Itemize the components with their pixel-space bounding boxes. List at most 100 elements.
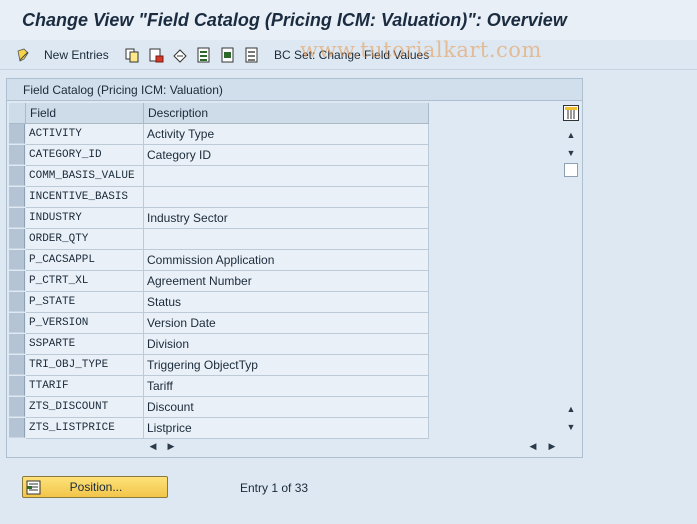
bc-set-change-field-values-button[interactable]: BC Set: Change Field Values — [274, 46, 429, 64]
row-selector[interactable] — [9, 187, 25, 207]
title-bar: Change View "Field Catalog (Pricing ICM:… — [0, 0, 697, 40]
description-cell[interactable]: Status — [144, 292, 429, 313]
select-block-button[interactable] — [220, 46, 236, 64]
select-all-icon — [196, 47, 212, 63]
select-all-button[interactable] — [196, 46, 212, 64]
field-cell[interactable]: COMM_BASIS_VALUE — [26, 166, 144, 187]
panel-title: Field Catalog (Pricing ICM: Valuation) — [7, 79, 582, 101]
row-selector[interactable] — [9, 271, 25, 291]
table-row[interactable]: TRI_OBJ_TYPE Triggering ObjectTyp — [9, 355, 431, 376]
description-cell[interactable]: Commission Application — [144, 250, 429, 271]
field-cell[interactable]: P_STATE — [26, 292, 144, 313]
footer-area: Position... Entry 1 of 33 — [0, 466, 697, 524]
description-cell[interactable]: Division — [144, 334, 429, 355]
copy-icon — [124, 47, 140, 63]
table-row[interactable]: P_VERSION Version Date — [9, 313, 431, 334]
deselect-all-button[interactable] — [244, 46, 260, 64]
row-selector[interactable] — [9, 334, 25, 354]
field-cell[interactable]: P_CACSAPPL — [26, 250, 144, 271]
row-selector[interactable] — [9, 145, 25, 165]
scroll-right-icon[interactable]: ▶ — [546, 440, 558, 452]
description-cell[interactable]: Activity Type — [144, 124, 429, 145]
field-cell[interactable]: CATEGORY_ID — [26, 145, 144, 166]
row-selector[interactable] — [9, 313, 25, 333]
description-cell[interactable]: Category ID — [144, 145, 429, 166]
undo-button[interactable] — [172, 46, 188, 64]
entry-counter: Entry 1 of 33 — [240, 481, 309, 495]
description-cell[interactable]: Discount — [144, 397, 429, 418]
description-cell[interactable] — [144, 166, 429, 187]
delete-button[interactable] — [148, 46, 164, 64]
deselect-all-icon — [244, 47, 260, 63]
table-row[interactable]: ZTS_DISCOUNT Discount — [9, 397, 431, 418]
new-entries-label: New Entries — [44, 48, 109, 62]
scroll-right-icon[interactable]: ▶ — [165, 440, 177, 452]
row-selector[interactable] — [9, 397, 25, 417]
description-cell[interactable]: Listprice — [144, 418, 429, 439]
field-cell[interactable]: TRI_OBJ_TYPE — [26, 355, 144, 376]
table-row[interactable]: INDUSTRY Industry Sector — [9, 208, 431, 229]
row-selector[interactable] — [9, 124, 25, 144]
description-cell[interactable]: Version Date — [144, 313, 429, 334]
table-control-panel: Field Catalog (Pricing ICM: Valuation) F… — [6, 78, 583, 458]
table-row[interactable]: ZTS_LISTPRICE Listprice — [9, 418, 431, 439]
field-cell[interactable]: ZTS_LISTPRICE — [26, 418, 144, 439]
description-cell[interactable]: Tariff — [144, 376, 429, 397]
field-cell[interactable]: INDUSTRY — [26, 208, 144, 229]
row-selector[interactable] — [9, 250, 25, 270]
field-cell[interactable]: ACTIVITY — [26, 124, 144, 145]
row-selector[interactable] — [9, 418, 25, 438]
scroll-page-up-icon[interactable]: ▲ — [565, 403, 577, 415]
description-cell[interactable]: Industry Sector — [144, 208, 429, 229]
application-toolbar: New Entries BC Set: Change Field Values — [0, 40, 697, 70]
description-cell[interactable] — [144, 229, 429, 250]
table-row[interactable]: COMM_BASIS_VALUE — [9, 166, 431, 187]
column-header-field[interactable]: Field — [26, 103, 144, 124]
field-cell[interactable]: INCENTIVE_BASIS — [26, 187, 144, 208]
column-config-icon[interactable] — [563, 105, 579, 121]
column-header-description[interactable]: Description — [144, 103, 429, 124]
position-button-label: Position... — [69, 480, 123, 494]
copy-button[interactable] — [124, 46, 140, 64]
table-row[interactable]: P_CTRT_XL Agreement Number — [9, 271, 431, 292]
select-block-icon — [220, 47, 236, 63]
field-cell[interactable]: TTARIF — [26, 376, 144, 397]
field-cell[interactable]: SSPARTE — [26, 334, 144, 355]
table-row[interactable]: TTARIF Tariff — [9, 376, 431, 397]
table-row[interactable]: ORDER_QTY — [9, 229, 431, 250]
row-selector[interactable] — [9, 229, 25, 249]
table-row[interactable]: CATEGORY_ID Category ID — [9, 145, 431, 166]
table-row[interactable]: INCENTIVE_BASIS — [9, 187, 431, 208]
select-all-header[interactable] — [9, 103, 26, 124]
row-selector[interactable] — [9, 166, 25, 186]
description-cell[interactable]: Agreement Number — [144, 271, 429, 292]
scroll-up-icon[interactable]: ▲ — [565, 129, 577, 141]
table-row[interactable]: P_CACSAPPL Commission Application — [9, 250, 431, 271]
table-row[interactable]: ACTIVITY Activity Type — [9, 124, 431, 145]
table-row[interactable]: P_STATE Status — [9, 292, 431, 313]
position-button[interactable]: Position... — [22, 476, 168, 498]
scroll-left-icon[interactable]: ◀ — [527, 440, 539, 452]
delete-icon — [148, 47, 164, 63]
table-row[interactable]: SSPARTE Division — [9, 334, 431, 355]
row-selector[interactable] — [9, 355, 25, 375]
new-entries-icon — [16, 47, 32, 63]
scroll-page-down-icon[interactable]: ▼ — [565, 147, 577, 159]
scroll-left-icon[interactable]: ◀ — [147, 440, 159, 452]
scroll-thumb[interactable] — [564, 163, 578, 177]
new-entries-button[interactable]: New Entries — [16, 46, 109, 64]
undo-icon — [172, 47, 188, 63]
bc-set-label: BC Set: Change Field Values — [274, 48, 430, 62]
field-cell[interactable]: ORDER_QTY — [26, 229, 144, 250]
field-cell[interactable]: ZTS_DISCOUNT — [26, 397, 144, 418]
row-selector[interactable] — [9, 292, 25, 312]
field-cell[interactable]: P_VERSION — [26, 313, 144, 334]
row-selector[interactable] — [9, 376, 25, 396]
description-cell[interactable]: Triggering ObjectTyp — [144, 355, 429, 376]
description-cell[interactable] — [144, 187, 429, 208]
scroll-down-icon[interactable]: ▼ — [565, 421, 577, 433]
field-cell[interactable]: P_CTRT_XL — [26, 271, 144, 292]
row-selector[interactable] — [9, 208, 25, 228]
window-title: Change View "Field Catalog (Pricing ICM:… — [22, 10, 567, 30]
vertical-scrollbar[interactable]: ▲ ▼ ▲ ▼ — [562, 105, 580, 457]
